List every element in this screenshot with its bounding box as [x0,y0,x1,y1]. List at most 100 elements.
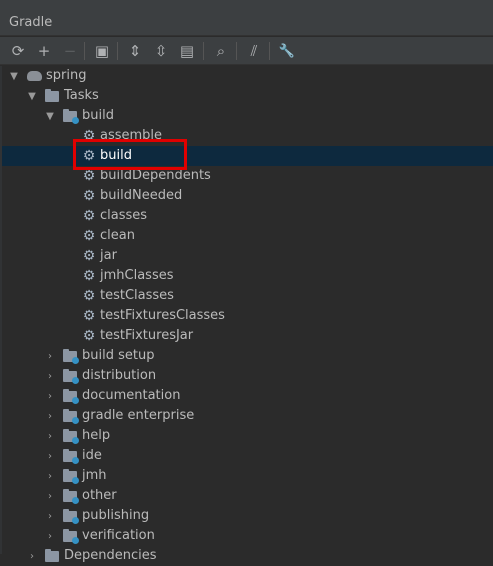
task-group-folder-icon [62,408,79,424]
chevron-right-icon[interactable]: › [44,529,56,543]
task-group-item[interactable]: › other [0,486,493,506]
refresh-icon[interactable]: ⟳ [8,41,28,61]
task-label: jmhClasses [100,268,174,283]
task-group-label: jmh [82,468,107,483]
chevron-right-icon[interactable]: › [44,509,56,523]
chevron-right-icon[interactable]: › [44,429,56,443]
task-label: jar [100,248,117,263]
chevron-down-icon[interactable]: ▼ [8,69,20,83]
gradle-toolbar: ⟳ + − ▣ ⇕ ⇳ ▤ ⌕ ⫽ 🔧 [0,37,493,65]
tool-window-title: Gradle [9,15,53,30]
task-item[interactable]: ⚙ buildNeeded [0,186,493,206]
task-item[interactable]: ⚙ clean [0,226,493,246]
gear-icon: ⚙ [82,328,96,344]
task-group-item[interactable]: › gradle enterprise [0,406,493,426]
task-group-label: verification [82,528,155,543]
gear-icon: ⚙ [82,168,96,184]
group-modules-icon[interactable]: ▤ [177,41,197,61]
task-label: testFixturesJar [100,328,194,343]
task-group-label: documentation [82,388,181,403]
chevron-right-icon[interactable]: › [44,489,56,503]
task-item[interactable]: ⚙ jar [0,246,493,266]
task-item[interactable]: ⚙ jmhClasses [0,266,493,286]
task-group-item[interactable]: › publishing [0,506,493,526]
task-group-label: other [82,488,117,503]
task-group-label: publishing [82,508,150,523]
collapse-all-icon[interactable]: ⇳ [151,41,171,61]
task-group-folder-icon [62,368,79,384]
task-group-item[interactable]: › jmh [0,466,493,486]
settings-wrench-icon[interactable]: 🔧 [277,41,297,61]
expand-all-icon[interactable]: ⇕ [125,41,145,61]
gradle-elephant-icon [26,68,42,84]
folder-icon [44,88,60,104]
gear-icon: ⚙ [82,228,96,244]
toolbar-separator [117,42,118,60]
task-group-label: help [82,428,111,443]
tree-node-build-group[interactable]: ▼ build [0,106,493,126]
toolbar-separator [84,42,85,60]
task-group-folder-icon [62,448,79,464]
remove-icon[interactable]: − [60,41,80,61]
chevron-right-icon[interactable]: › [44,409,56,423]
chevron-right-icon[interactable]: › [44,469,56,483]
gear-icon: ⚙ [82,268,96,284]
gear-icon: ⚙ [82,208,96,224]
tree-node-dependencies[interactable]: › Dependencies [0,546,493,566]
chevron-right-icon[interactable]: › [44,369,56,383]
chevron-right-icon[interactable]: › [44,449,56,463]
task-group-folder-icon [62,468,79,484]
task-group-label: distribution [82,368,157,383]
task-group-item[interactable]: › verification [0,526,493,546]
annotation-highlight-box [73,139,187,170]
task-group-folder-icon [62,348,79,364]
task-group-item[interactable]: › documentation [0,386,493,406]
task-group-folder-icon [62,508,79,524]
tasks-label: Tasks [64,88,99,103]
tree-node-project[interactable]: ▼ spring [0,66,493,86]
task-group-folder-icon [62,428,79,444]
chevron-right-icon[interactable]: › [26,549,38,563]
toolbar-separator [236,42,237,60]
task-label: classes [100,208,148,223]
task-group-item[interactable]: › build setup [0,346,493,366]
build-group-label: build [82,108,114,123]
toolbar-separator [269,42,270,60]
task-item[interactable]: ⚙ testClasses [0,286,493,306]
task-label: testFixturesClasses [100,308,225,323]
gear-icon: ⚙ [82,188,96,204]
tree-node-tasks[interactable]: ▼ Tasks [0,86,493,106]
task-group-item[interactable]: › distribution [0,366,493,386]
chevron-down-icon[interactable]: ▼ [26,89,38,103]
task-group-label: build setup [82,348,155,363]
task-group-folder-icon [62,488,79,504]
task-label: buildNeeded [100,188,183,203]
chevron-down-icon[interactable]: ▼ [44,109,56,123]
task-item[interactable]: ⚙ testFixturesJar [0,326,493,346]
add-icon[interactable]: + [34,41,54,61]
toolbar-separator [203,42,204,60]
chevron-right-icon[interactable]: › [44,389,56,403]
task-group-item[interactable]: › help [0,426,493,446]
task-label: clean [100,228,135,243]
task-group-item[interactable]: › ide [0,446,493,466]
analyze-dependencies-icon[interactable]: ⌕ [211,41,231,61]
task-item[interactable]: ⚙ testFixturesClasses [0,306,493,326]
task-group-label: gradle enterprise [82,408,195,423]
task-group-folder-icon [62,528,79,544]
gear-icon: ⚙ [82,248,96,264]
task-label: buildDependents [100,168,211,183]
project-label: spring [46,68,87,83]
gear-icon: ⚙ [82,288,96,304]
toggle-offline-icon[interactable]: ⫽ [244,41,264,61]
folder-icon [44,548,60,564]
left-gutter [0,66,2,554]
task-item[interactable]: ⚙ classes [0,206,493,226]
gear-icon: ⚙ [82,308,96,324]
task-group-label: ide [82,448,102,463]
dependencies-label: Dependencies [64,548,157,563]
tool-window-header: Gradle [0,0,493,36]
run-task-icon[interactable]: ▣ [92,41,112,61]
task-group-folder-icon [62,388,79,404]
chevron-right-icon[interactable]: › [44,349,56,363]
